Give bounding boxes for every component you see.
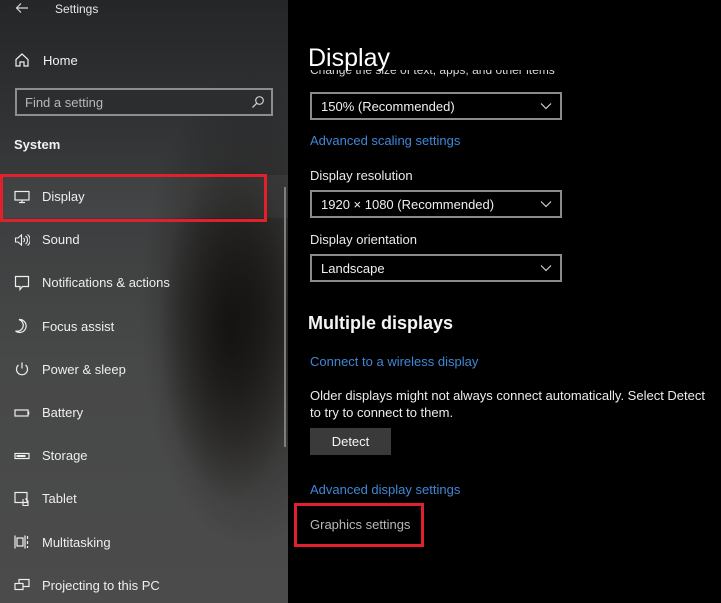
sidebar-item-label: Sound [42,232,80,248]
scale-caption-text: Change the size of text, apps, and other… [310,70,555,77]
sidebar-item-label: Battery [42,405,84,421]
search-box[interactable] [15,88,273,116]
multitasking-icon [14,534,30,550]
section-label-system: System [14,137,61,152]
home-nav-item[interactable]: Home [14,50,78,70]
advanced-display-settings-link[interactable]: Advanced display settings [310,482,460,497]
resolution-label: Display resolution [310,168,413,183]
orientation-dropdown[interactable]: Landscape [310,254,562,282]
sidebar: Settings Home System Display Sound [0,0,288,603]
main-content: Display Change the size of text, apps, a… [288,0,721,603]
sidebar-item-power-sleep[interactable]: Power & sleep [0,348,288,391]
sidebar-scrollbar[interactable] [284,187,286,447]
sidebar-item-label: Projecting to this PC [42,577,160,593]
title-bar: Settings [0,0,288,20]
sidebar-item-projecting[interactable]: Projecting to this PC [0,564,288,603]
storage-icon [14,448,30,464]
sidebar-item-notifications[interactable]: Notifications & actions [0,261,288,304]
resolution-dropdown-value: 1920 × 1080 (Recommended) [321,196,495,212]
detect-description: Older displays might not always connect … [310,388,705,420]
speaker-icon [14,232,30,248]
sidebar-item-multitasking[interactable]: Multitasking [0,521,288,564]
chevron-down-icon [540,200,552,208]
battery-icon [14,405,30,421]
sidebar-item-tablet[interactable]: Tablet [0,477,288,520]
sidebar-item-label: Tablet [42,491,77,507]
moon-icon [14,318,30,334]
home-icon [14,52,30,68]
scale-dropdown-value: 150% (Recommended) [321,98,455,114]
multiple-displays-heading: Multiple displays [308,313,454,333]
sidebar-item-label: Power & sleep [42,361,126,377]
chevron-down-icon [540,264,552,272]
back-arrow-icon[interactable] [14,1,30,15]
orientation-label: Display orientation [310,232,417,247]
orientation-dropdown-value: Landscape [321,260,385,276]
wireless-display-link[interactable]: Connect to a wireless display [310,354,478,369]
detect-button[interactable]: Detect [310,428,391,455]
monitor-icon [14,189,30,205]
chevron-down-icon [540,102,552,110]
sidebar-item-display[interactable]: Display [0,175,288,219]
advanced-scaling-link[interactable]: Advanced scaling settings [310,133,460,148]
sidebar-item-label: Multitasking [42,534,111,550]
sidebar-item-label: Notifications & actions [42,275,170,291]
window-title: Settings [55,2,99,16]
scale-dropdown[interactable]: 150% (Recommended) [310,92,562,120]
power-icon [14,361,30,377]
resolution-dropdown[interactable]: 1920 × 1080 (Recommended) [310,190,562,218]
page-title: Display [308,44,390,72]
graphics-settings-link[interactable]: Graphics settings [310,517,410,532]
sidebar-item-label: Storage [42,448,88,464]
sidebar-item-battery[interactable]: Battery [0,391,288,434]
sidebar-item-label: Display [42,189,85,205]
sidebar-item-focus-assist[interactable]: Focus assist [0,305,288,348]
sidebar-item-sound[interactable]: Sound [0,218,288,261]
sidebar-item-storage[interactable]: Storage [0,434,288,477]
sidebar-nav: Display Sound Notifications & actions Fo… [0,175,288,603]
notification-icon [14,275,30,291]
scale-caption: Change the size of text, apps, and other… [310,70,555,78]
home-label: Home [43,52,78,68]
search-input[interactable] [17,90,251,114]
tablet-icon [14,491,30,507]
projecting-icon [14,577,30,593]
sidebar-item-label: Focus assist [42,318,115,334]
search-icon[interactable] [251,95,265,109]
